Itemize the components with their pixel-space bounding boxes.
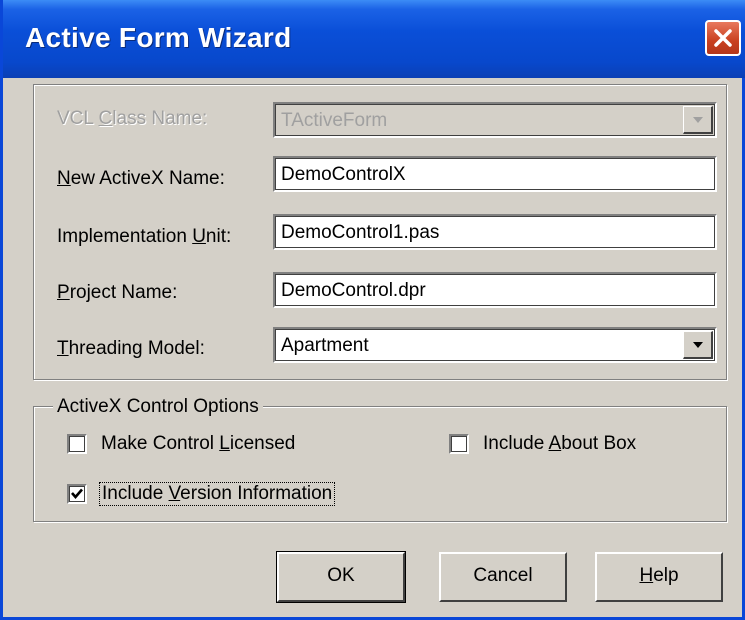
window-title: Active Form Wizard [25,22,292,53]
title-bar[interactable]: Active Form Wizard [3,0,745,78]
activex-options-title: ActiveX Control Options [53,396,263,418]
threading-model-value: Apartment [281,335,369,356]
close-button[interactable] [705,20,741,56]
include-version-checkbox[interactable] [67,484,87,504]
include-about-label[interactable]: Include About Box [483,433,636,455]
implementation-unit-label: Implementation Unit: [57,226,232,247]
chevron-down-icon [693,117,703,123]
checkmark-icon [71,488,83,499]
cancel-button[interactable]: Cancel [439,552,567,602]
new-activex-name-label: New ActiveX Name: [57,168,225,189]
include-about-checkbox[interactable] [449,434,469,454]
threading-model-dropdown-button[interactable] [683,331,713,359]
help-button[interactable]: Help [595,552,723,602]
project-name-value: DemoControl.dpr [281,280,426,301]
project-name-field[interactable]: DemoControl.dpr [273,272,717,308]
implementation-unit-field[interactable]: DemoControl1.pas [273,214,717,250]
threading-model-combo[interactable]: Apartment [273,327,717,363]
vcl-class-name-value: TActiveForm [281,110,388,131]
new-activex-name-value: DemoControlX [281,164,406,185]
active-form-wizard-dialog: Active Form Wizard VCL Class Name: TActi… [0,0,745,620]
vcl-class-name-combo: TActiveForm [273,102,717,138]
close-icon [714,29,732,47]
ok-button[interactable]: OK [276,551,406,603]
vcl-class-name-dropdown-button [683,106,713,134]
vcl-class-name-label: VCL Class Name: [57,108,208,129]
include-version-label[interactable]: Include Version Information [99,482,336,506]
threading-model-label: Threading Model: [57,338,205,359]
implementation-unit-value: DemoControl1.pas [281,222,440,243]
project-name-label: Project Name: [57,282,178,303]
new-activex-name-field[interactable]: DemoControlX [273,156,717,192]
chevron-down-icon [693,342,703,348]
make-licensed-checkbox[interactable] [67,434,87,454]
make-licensed-label[interactable]: Make Control Licensed [101,433,295,455]
